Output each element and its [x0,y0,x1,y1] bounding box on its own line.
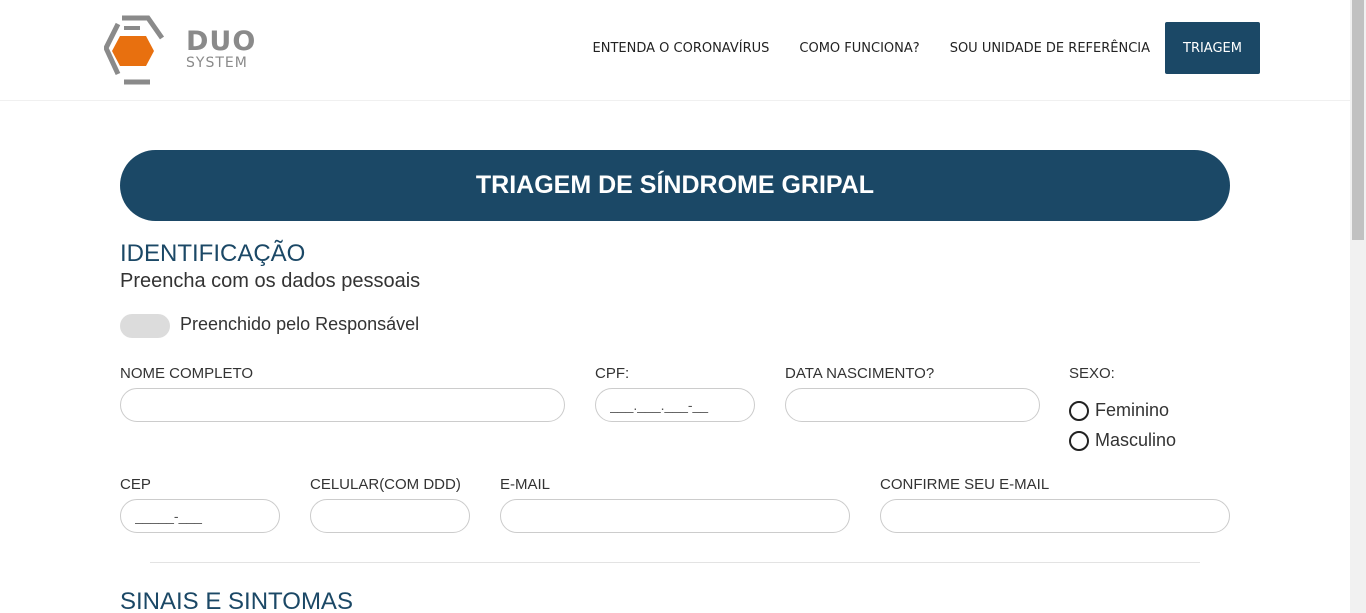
nav-link-como-funciona[interactable]: COMO FUNCIONA? [799,41,919,56]
cep-field[interactable] [120,499,280,533]
email-field[interactable] [500,499,850,533]
cep-label: CEP [120,476,151,493]
phone-field[interactable] [310,499,470,533]
page-banner: TRIAGEM DE SÍNDROME GRIPAL [120,150,1230,221]
main-nav: ENTENDA O CORONAVÍRUS COMO FUNCIONA? SOU… [563,22,1260,74]
scrollbar-thumb[interactable] [1352,0,1364,240]
nav-link-entenda-coronavirus[interactable]: ENTENDA O CORONAVÍRUS [593,41,770,56]
symptoms-title: SINAIS E SINTOMAS [120,588,353,613]
identification-title: IDENTIFICAÇÃO [120,240,306,267]
page-title: TRIAGEM DE SÍNDROME GRIPAL [475,171,875,199]
responsible-toggle-label: Preenchido pelo Responsável [180,314,420,334]
site-header: DUO SYSTEM ENTENDA O CORONAVÍRUS COMO FU… [0,0,1350,101]
email-confirm-label: CONFIRME SEU E-MAIL [880,476,1050,493]
phone-label: CELULAR(COM DDD) [310,476,461,493]
responsible-toggle[interactable] [120,314,170,338]
sex-option-label: Masculino [1095,430,1177,450]
birth-date-field[interactable] [785,388,1040,422]
duo-system-logo[interactable]: DUO SYSTEM [103,14,274,86]
cpf-label: CPF: [595,365,630,382]
radio-circle-icon[interactable] [1069,400,1089,421]
logo-name: DUO [186,26,257,57]
identification-subtitle: Preencha com os dados pessoais [120,270,421,292]
logo-subname: SYSTEM [186,55,248,71]
email-confirm-field[interactable] [880,499,1230,533]
sex-option-masculino[interactable]: Masculino [1069,430,1176,451]
radio-circle-icon[interactable] [1069,430,1089,451]
sex-option-feminino[interactable]: Feminino [1069,400,1169,421]
email-label: E-MAIL [500,476,551,493]
triagem-button[interactable]: TRIAGEM [1165,22,1260,74]
name-label: NOME COMPLETO [120,365,254,382]
page-scrollbar[interactable] [1350,0,1366,613]
cpf-field[interactable] [595,388,755,422]
name-field[interactable] [120,388,565,422]
sex-label: SEXO: [1069,365,1115,382]
section-divider [150,562,1200,563]
sex-option-label: Feminino [1095,400,1170,420]
birth-date-label: DATA NASCIMENTO? [785,365,935,382]
hexagon-logo-icon [103,15,165,85]
nav-link-unidade-referencia[interactable]: SOU UNIDADE DE REFERÊNCIA [950,41,1150,56]
